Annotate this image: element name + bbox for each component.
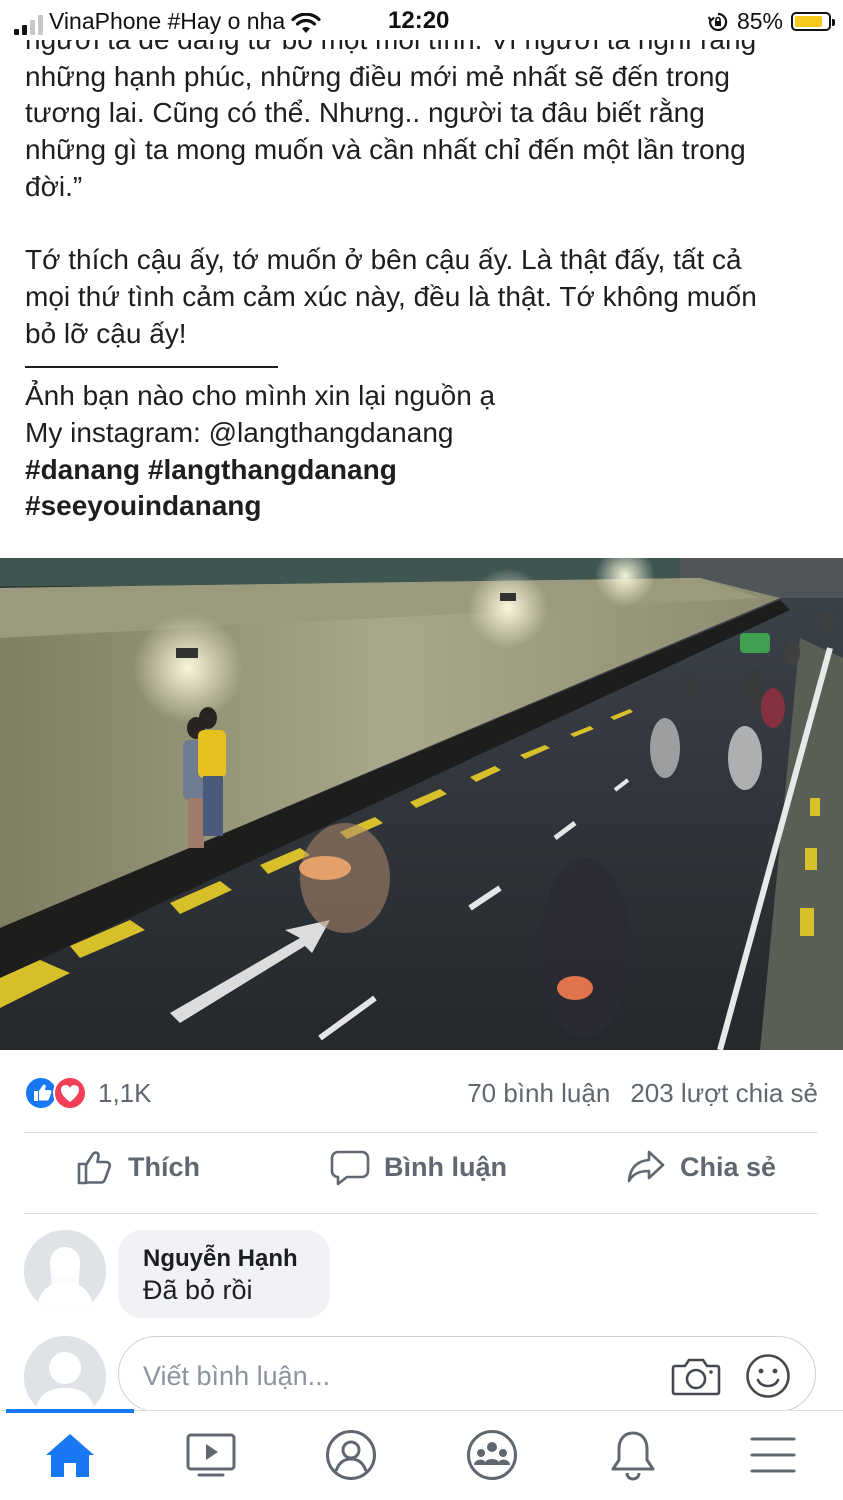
profile-icon bbox=[326, 1430, 376, 1480]
menu-icon bbox=[750, 1437, 796, 1473]
avatar[interactable] bbox=[24, 1230, 106, 1312]
comment-bubble[interactable]: Nguyễn Hạnh Đã bỏ rồi bbox=[118, 1230, 330, 1318]
post-text-line: Tớ thích cậu ấy, tớ muốn ở bên cậu ấy. L… bbox=[25, 244, 742, 276]
comment-icon bbox=[330, 1150, 370, 1186]
nav-watch[interactable] bbox=[181, 1427, 241, 1483]
share-label: Chia sẻ bbox=[680, 1151, 777, 1182]
nav-groups[interactable] bbox=[462, 1427, 522, 1483]
camera-icon[interactable] bbox=[671, 1355, 721, 1397]
source-request-text: Ảnh bạn nào cho mình xin lại nguồn ạ bbox=[25, 380, 496, 412]
divider bbox=[24, 1132, 818, 1133]
current-user-avatar bbox=[24, 1336, 106, 1418]
post-text-line: mọi thứ tình cảm cảm xúc này, đều là thậ… bbox=[25, 280, 757, 312]
text-divider bbox=[25, 366, 278, 369]
battery-fill bbox=[795, 16, 823, 27]
status-right: 85% bbox=[707, 8, 835, 35]
status-time: 12:20 bbox=[388, 7, 450, 34]
post-text-line: bỏ lỡ cậu ấy! bbox=[25, 317, 187, 349]
comment-count-link[interactable]: 70 bình luận bbox=[467, 1078, 610, 1109]
post-body: người ta dễ dàng từ bỏ một mối tình. Vì … bbox=[25, 22, 825, 525]
bottom-navigation bbox=[0, 1409, 843, 1500]
wifi-icon bbox=[291, 13, 321, 33]
comment-button[interactable]: Bình luận bbox=[330, 1148, 507, 1186]
nav-menu[interactable] bbox=[743, 1427, 803, 1483]
post-text-line: đời.” bbox=[25, 170, 83, 202]
reaction-icons bbox=[24, 1076, 94, 1112]
nav-home[interactable] bbox=[40, 1427, 100, 1483]
carrier-name: VinaPhone #Hay o nha bbox=[49, 8, 286, 34]
comment-input[interactable] bbox=[141, 1355, 645, 1397]
emoji-icon[interactable] bbox=[745, 1353, 791, 1399]
hashtag-link[interactable]: #danang #langthangdanang bbox=[25, 452, 825, 489]
reaction-count[interactable]: 1,1K bbox=[98, 1078, 152, 1109]
cellular-signal-icon bbox=[14, 13, 43, 35]
post-text-line: những hạnh phúc, những điều mới mẻ nhất … bbox=[25, 60, 730, 92]
like-button[interactable]: Thích bbox=[76, 1148, 200, 1186]
comment-text: Đã bỏ rồi bbox=[143, 1275, 253, 1305]
active-tab-indicator bbox=[6, 1409, 134, 1413]
status-left: VinaPhone #Hay o nha bbox=[14, 8, 321, 35]
post-actions: Thích Bình luận Chia sẻ bbox=[0, 1148, 843, 1202]
post-text-line: những gì ta mong muốn và cần nhất chỉ đế… bbox=[25, 134, 746, 166]
comment-label: Bình luận bbox=[384, 1151, 507, 1182]
battery-icon bbox=[791, 12, 835, 31]
nav-notifications[interactable] bbox=[603, 1427, 663, 1483]
notifications-icon bbox=[611, 1431, 655, 1481]
post-photo[interactable] bbox=[0, 558, 843, 1050]
share-count-link[interactable]: 203 lượt chia sẻ bbox=[630, 1078, 818, 1109]
instagram-handle-text: My instagram: @langthangdanang bbox=[25, 417, 454, 449]
watch-icon bbox=[186, 1433, 236, 1477]
reaction-summary[interactable]: 1,1K 70 bình luận 203 lượt chia sẻ bbox=[24, 1074, 818, 1114]
share-icon bbox=[627, 1150, 665, 1183]
like-label: Thích bbox=[128, 1151, 200, 1182]
nav-profile[interactable] bbox=[321, 1427, 381, 1483]
status-bar: VinaPhone #Hay o nha 12:20 85% bbox=[0, 0, 843, 40]
comment-input-box[interactable] bbox=[118, 1336, 816, 1412]
comment-composer bbox=[24, 1336, 824, 1418]
divider bbox=[24, 1213, 818, 1214]
share-button[interactable]: Chia sẻ bbox=[626, 1148, 776, 1186]
comment-author[interactable]: Nguyễn Hạnh bbox=[143, 1245, 298, 1273]
orientation-lock-icon bbox=[707, 12, 728, 31]
like-outline-icon bbox=[77, 1151, 112, 1185]
battery-percent: 85% bbox=[736, 8, 783, 34]
home-icon bbox=[46, 1434, 94, 1477]
engagement-stats: 70 bình luận 203 lượt chia sẻ bbox=[467, 1078, 818, 1109]
groups-icon bbox=[467, 1430, 517, 1480]
post-text-line: tương lai. Cũng có thể. Nhưng.. người ta… bbox=[25, 97, 705, 129]
comment-item: Nguyễn Hạnh Đã bỏ rồi bbox=[24, 1230, 824, 1322]
hashtag-link[interactable]: #seeyouindanang bbox=[25, 488, 825, 525]
love-icon bbox=[53, 1076, 87, 1110]
